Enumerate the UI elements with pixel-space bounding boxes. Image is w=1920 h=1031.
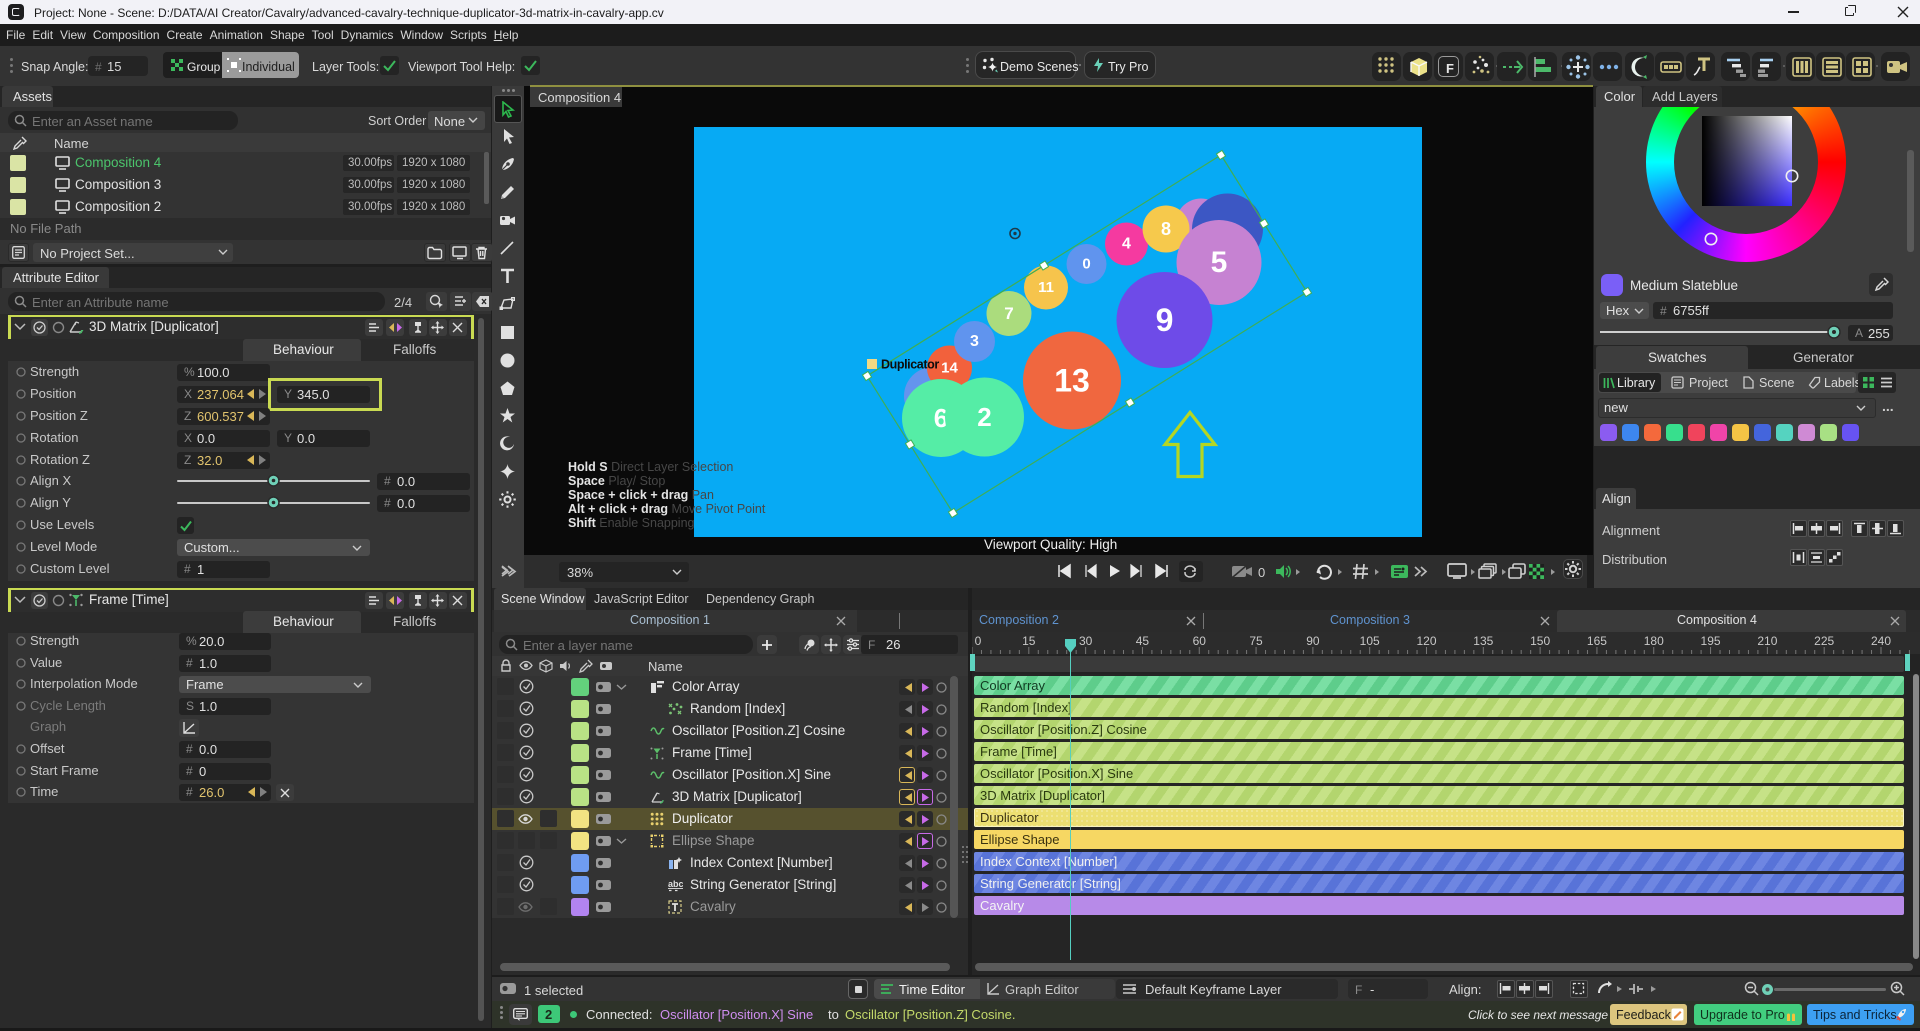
svg-text:135: 135	[1473, 634, 1493, 648]
svg-text:15: 15	[1022, 634, 1036, 648]
svg-text:13: 13	[1054, 363, 1090, 399]
svg-text:180: 180	[1644, 634, 1664, 648]
svg-text:abc: abc	[668, 879, 683, 889]
svg-text:4: 4	[1122, 236, 1131, 253]
svg-text:14: 14	[941, 360, 958, 377]
svg-text:2: 2	[977, 402, 991, 432]
svg-text:105: 105	[1360, 634, 1380, 648]
svg-text:75: 75	[1249, 634, 1263, 648]
svg-text:8: 8	[1161, 219, 1171, 239]
svg-text:0: 0	[975, 634, 982, 648]
svg-text:195: 195	[1701, 634, 1721, 648]
svg-text:5: 5	[1211, 246, 1228, 279]
svg-text:150: 150	[1530, 634, 1550, 648]
svg-text:0: 0	[1082, 256, 1090, 273]
svg-text:90: 90	[1306, 634, 1320, 648]
svg-text:45: 45	[1136, 634, 1150, 648]
svg-text:30: 30	[1079, 634, 1093, 648]
svg-text:Duplicator: Duplicator	[881, 358, 939, 372]
svg-text:7: 7	[1004, 304, 1013, 323]
svg-text:F: F	[1446, 61, 1454, 76]
svg-text:165: 165	[1587, 634, 1607, 648]
svg-text:60: 60	[1193, 634, 1207, 648]
svg-text:225: 225	[1814, 634, 1834, 648]
svg-text:120: 120	[1416, 634, 1436, 648]
svg-text:210: 210	[1757, 634, 1777, 648]
svg-text:240: 240	[1871, 634, 1891, 648]
svg-text:11: 11	[1038, 279, 1054, 296]
svg-text:9: 9	[1156, 302, 1174, 338]
svg-text:3: 3	[970, 333, 979, 350]
